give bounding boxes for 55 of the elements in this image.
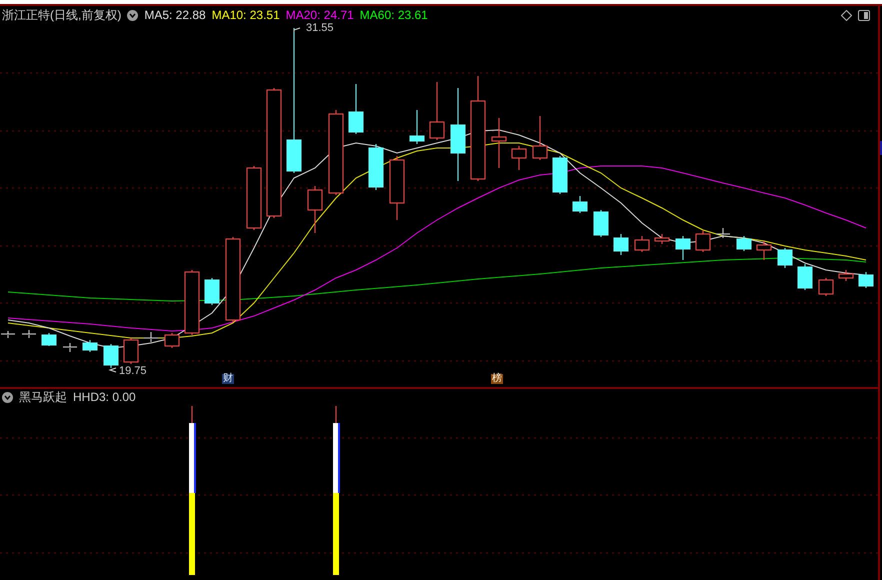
candlestick — [798, 264, 812, 290]
candlestick — [390, 156, 404, 220]
moving-average-label: MA60: 23.61 — [360, 9, 428, 21]
candlestick — [676, 236, 690, 260]
candlestick — [0, 330, 16, 338]
candlestick — [62, 342, 78, 352]
candlestick — [614, 234, 628, 256]
moving-average-label: MA5: 22.88 — [144, 9, 206, 21]
side-marker — [880, 141, 882, 155]
candlestick — [368, 144, 384, 190]
chart-title: 浙江正特(日线,前复权) — [2, 9, 122, 21]
candlestick — [492, 118, 506, 168]
candlestick — [42, 332, 56, 346]
pointer-icon — [294, 28, 300, 32]
dropdown-icon[interactable] — [127, 10, 138, 20]
candlestick — [104, 344, 118, 368]
candlestick — [696, 230, 710, 252]
candlestick — [716, 228, 730, 238]
event-marker[interactable]: 榜 — [491, 374, 503, 384]
candlestick — [144, 332, 158, 342]
low-price-label: 19.75 — [119, 366, 147, 377]
candlestick — [552, 156, 568, 194]
candlestick — [184, 270, 200, 336]
candlestick — [308, 186, 322, 234]
high-price-label: 31.55 — [306, 23, 334, 34]
candlestick — [22, 330, 36, 338]
candlestick — [818, 278, 834, 296]
candlestick — [204, 278, 220, 306]
pointer-icon — [108, 368, 116, 372]
candlestick — [838, 270, 854, 282]
candlestick — [572, 196, 588, 214]
moving-average-label: MA10: 23.51 — [212, 9, 280, 21]
candlestick — [756, 240, 772, 260]
candlestick — [736, 236, 752, 252]
candlestick — [124, 338, 138, 364]
diamond-icon[interactable] — [841, 10, 852, 21]
candlestick — [430, 82, 444, 140]
candlestick — [82, 340, 98, 352]
candlestick — [246, 166, 262, 230]
candlestick — [410, 110, 424, 144]
indicator-value: HHD3: 0.00 — [73, 391, 136, 403]
candlestick — [348, 84, 364, 134]
candlestick — [164, 332, 180, 348]
candlestick — [532, 116, 548, 160]
candlestick — [634, 236, 650, 252]
candlestick — [858, 272, 874, 288]
candlestick — [594, 210, 608, 238]
candlestick — [512, 146, 526, 170]
dropdown-icon[interactable] — [2, 392, 13, 402]
moving-average-label: MA20: 24.71 — [286, 9, 354, 21]
candlestick — [654, 234, 670, 244]
indicator-title: 黑马跃起 — [19, 391, 67, 403]
panel-toggle-icon[interactable] — [858, 10, 870, 21]
event-marker[interactable]: 财 — [222, 374, 234, 384]
candlestick — [778, 248, 792, 268]
